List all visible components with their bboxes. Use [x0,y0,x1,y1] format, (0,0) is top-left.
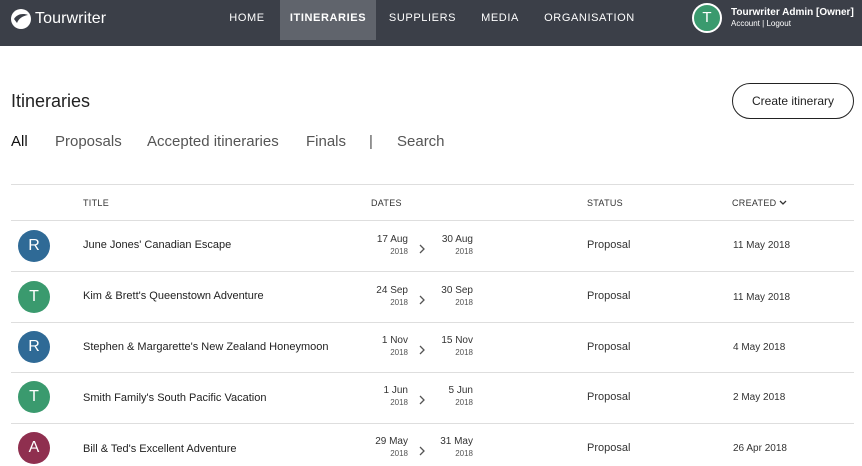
row-avatar: R [18,331,50,363]
row-status: Proposal [587,442,631,454]
tourwriter-logo-icon [10,8,32,30]
row-created: 11 May 2018 [733,292,791,303]
row-divider [11,271,854,272]
row-status: Proposal [587,341,631,353]
start-year: 2018 [390,298,408,307]
row-title[interactable]: Bill & Ted's Excellent Adventure [83,443,237,455]
row-avatar: T [18,281,50,313]
row-status: Proposal [587,239,631,251]
start-year: 2018 [390,449,408,458]
end-year: 2018 [455,247,473,256]
row-created: 26 Apr 2018 [733,443,787,454]
start-year: 2018 [390,398,408,407]
account-link[interactable]: Account [731,19,760,28]
nav-suppliers[interactable]: SUPPLIERS [385,0,460,40]
table-header-divider [11,220,854,221]
end-day-month: 5 Jun [448,385,473,396]
user-name: Tourwriter Admin [Owner] [731,7,854,18]
column-header-created-label: CREATED [732,198,777,208]
row-status: Proposal [587,391,631,403]
row-end-date: 15 Nov 2018 [413,335,473,358]
row-avatar: R [18,230,50,262]
row-created: 11 May 2018 [733,240,791,251]
end-day-month: 31 May [440,436,473,447]
end-day-month: 30 Aug [441,234,473,245]
nav-home[interactable]: HOME [221,0,273,40]
row-avatar: T [18,381,50,413]
row-created: 2 May 2018 [733,392,786,403]
user-avatar[interactable]: T [692,3,722,33]
filter-finals[interactable]: Finals [306,133,346,150]
end-day-month: 30 Sep [441,285,473,296]
chevron-down-icon [779,198,787,208]
row-start-date: 1 Jun 2018 [348,385,408,408]
start-day-month: 24 Sep [376,285,408,296]
row-divider [11,423,854,424]
end-day-month: 15 Nov [441,335,473,346]
start-day-month: 1 Nov [381,335,408,346]
end-year: 2018 [455,348,473,357]
filter-accepted-itineraries[interactable]: Accepted itineraries [147,133,279,150]
row-divider [11,372,854,373]
row-title[interactable]: Stephen & Margarette's New Zealand Honey… [83,341,328,353]
row-status: Proposal [587,290,631,302]
create-itinerary-button[interactable]: Create itinerary [732,83,854,119]
row-avatar: A [18,432,50,464]
row-start-date: 1 Nov 2018 [348,335,408,358]
row-end-date: 30 Aug 2018 [413,234,473,257]
row-start-date: 24 Sep 2018 [348,285,408,308]
row-divider [11,322,854,323]
row-end-date: 31 May 2018 [413,436,473,459]
row-start-date: 17 Aug 2018 [348,234,408,257]
link-separator: | [762,19,765,28]
row-end-date: 5 Jun 2018 [413,385,473,408]
row-end-date: 30 Sep 2018 [413,285,473,308]
filter-search[interactable]: Search [397,133,445,150]
start-day-month: 29 May [375,436,408,447]
column-header-title[interactable]: TITLE [83,198,109,208]
row-title[interactable]: Smith Family's South Pacific Vacation [83,392,266,404]
top-navbar: Tourwriter HOME ITINERARIES SUPPLIERS ME… [0,0,862,46]
table-top-divider [11,184,854,185]
user-links: Account | Logout [731,19,791,28]
end-year: 2018 [455,398,473,407]
start-day-month: 17 Aug [376,234,408,245]
start-year: 2018 [390,348,408,357]
filter-all[interactable]: All [11,133,28,150]
row-created: 4 May 2018 [733,342,786,353]
column-header-dates[interactable]: DATES [371,198,402,208]
end-year: 2018 [455,298,473,307]
nav-itineraries[interactable]: ITINERARIES [280,0,376,40]
page-title: Itineraries [11,91,91,111]
filter-separator: | [369,133,373,150]
nav-media[interactable]: MEDIA [474,0,526,40]
row-title[interactable]: June Jones' Canadian Escape [83,239,231,251]
start-day-month: 1 Jun [383,385,408,396]
row-title[interactable]: Kim & Brett's Queenstown Adventure [83,290,264,302]
end-year: 2018 [455,449,473,458]
start-year: 2018 [390,247,408,256]
row-start-date: 29 May 2018 [348,436,408,459]
column-header-created[interactable]: CREATED [732,198,787,208]
column-header-status[interactable]: STATUS [587,198,623,208]
logout-link[interactable]: Logout [766,19,790,28]
brand-name: Tourwriter [35,10,107,27]
nav-organisation[interactable]: ORGANISATION [541,0,638,40]
brand-logo[interactable]: Tourwriter [10,6,106,32]
filter-proposals[interactable]: Proposals [55,133,122,150]
